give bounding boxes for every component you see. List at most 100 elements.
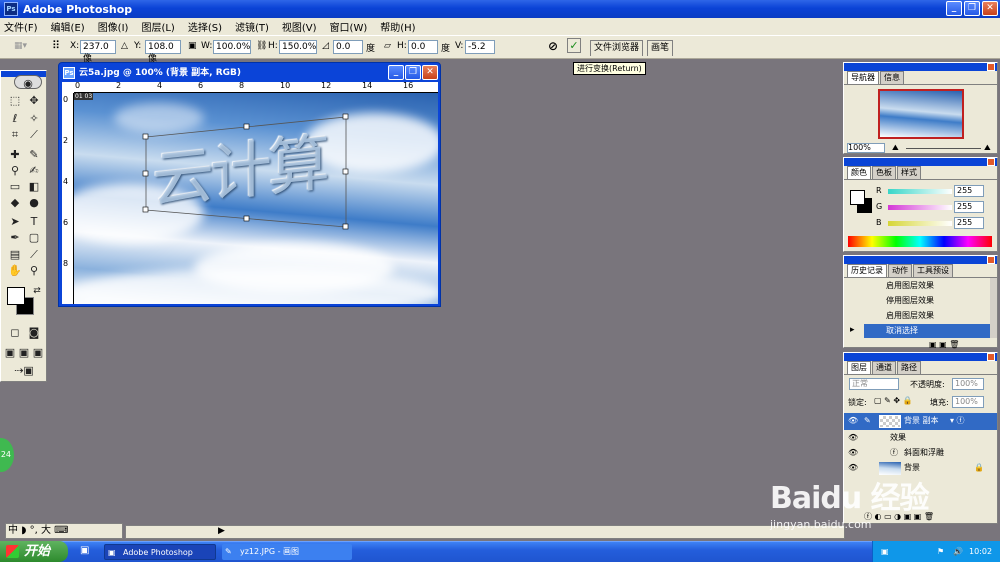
gradient-tool-icon[interactable]: ◧ <box>25 179 43 195</box>
screen-mode-full-menu-icon[interactable]: ▣ <box>17 345 31 361</box>
fill-field[interactable]: 100% <box>952 396 984 408</box>
healing-brush-icon[interactable]: ✚ <box>6 147 24 163</box>
layer-row-selected[interactable]: 👁 ✎ 背景 副本 ▾ ⓕ <box>844 413 997 430</box>
type-tool-icon[interactable]: T <box>25 214 43 230</box>
menu-image[interactable]: 图像(I) <box>98 19 129 34</box>
eyedropper-tool-icon[interactable]: ⟋ <box>25 247 43 263</box>
screen-mode-standard-icon[interactable]: ▣ <box>3 345 17 361</box>
network-icon[interactable]: ⚑ <box>937 541 944 562</box>
tab-layers[interactable]: 图层 <box>847 361 871 374</box>
clone-stamp-icon[interactable]: ⚲ <box>6 163 24 179</box>
navigator-zoom-field[interactable]: 100% <box>847 143 885 153</box>
marquee-tool-icon[interactable]: ⬚ <box>6 93 24 109</box>
tab-actions[interactable]: 动作 <box>888 264 912 277</box>
tab-brushes[interactable]: 画笔 <box>647 40 674 56</box>
history-item[interactable]: 停用图层效果 <box>864 294 994 308</box>
doc-minimize-button[interactable]: _ <box>388 65 404 80</box>
history-close-icon[interactable] <box>987 256 995 264</box>
zoom-out-icon[interactable]: ⛰ <box>892 143 899 153</box>
navigator-close-icon[interactable] <box>987 63 995 71</box>
b-slider[interactable] <box>888 221 952 226</box>
new-document-icon[interactable]: ▣ ▣ 🗑 <box>929 340 959 349</box>
swap-colors-icon[interactable]: ⇄ <box>28 283 46 299</box>
history-item[interactable]: 启用图层效果 <box>864 279 994 293</box>
g-value[interactable]: 255 <box>954 201 984 213</box>
x-field[interactable]: 237.0 像 <box>80 40 116 64</box>
g-slider[interactable] <box>888 205 952 210</box>
slice-tool-icon[interactable]: ⟋ <box>25 127 43 143</box>
notes-tool-icon[interactable]: ▤ <box>6 247 24 263</box>
eraser-tool-icon[interactable]: ▭ <box>6 179 24 195</box>
doc-close-button[interactable]: ✕ <box>422 65 438 80</box>
blend-mode-select[interactable]: 正常 <box>849 378 899 390</box>
zoom-in-icon[interactable]: ⛰ <box>984 143 991 153</box>
volume-icon[interactable]: 🔊 <box>953 541 963 562</box>
close-button[interactable]: ✕ <box>982 1 998 16</box>
fg-color-chip[interactable] <box>850 190 865 205</box>
opacity-field[interactable]: 100% <box>952 378 984 390</box>
quick-mask-icon[interactable]: ◙ <box>25 325 43 341</box>
brush-link-icon[interactable]: ✎ <box>864 413 871 428</box>
dodge-tool-icon[interactable]: ● <box>25 195 43 211</box>
menu-help[interactable]: 帮助(H) <box>380 19 415 34</box>
layers-close-icon[interactable] <box>987 353 995 361</box>
history-item-selected[interactable]: 取消选择 <box>864 324 994 338</box>
tab-swatches[interactable]: 色板 <box>872 166 896 179</box>
task-photoshop[interactable]: ▣ Adobe Photoshop <box>104 544 216 560</box>
show-desktop-icon[interactable]: ▣ <box>80 545 89 556</box>
tab-file-browser[interactable]: 文件浏览器 <box>590 40 644 56</box>
magic-wand-tool-icon[interactable]: ✧ <box>25 111 43 127</box>
vskew-field[interactable]: -5.2 <box>465 40 495 54</box>
layer-effect-row[interactable]: 👁 ⓕ 斜面和浮雕 <box>844 445 997 460</box>
doc-maximize-button[interactable]: ❐ <box>405 65 421 80</box>
menu-edit[interactable]: 编辑(E) <box>51 19 85 34</box>
tab-paths[interactable]: 路径 <box>897 361 921 374</box>
eye-icon[interactable]: 👁 <box>848 430 858 445</box>
blur-tool-icon[interactable]: ◆ <box>6 195 24 211</box>
status-arrow-icon[interactable]: ▶ <box>218 526 225 536</box>
task-paint[interactable]: ✎ yz12.JPG - 画图 <box>222 544 352 560</box>
side-badge[interactable]: 24 <box>0 438 14 472</box>
r-slider[interactable] <box>888 189 952 194</box>
color-close-icon[interactable] <box>987 158 995 166</box>
foreground-color-swatch[interactable] <box>7 287 25 305</box>
image-canvas[interactable]: 01 03 云计算 <box>74 93 438 304</box>
tab-channels[interactable]: 通道 <box>872 361 896 374</box>
menu-filter[interactable]: 滤镜(T) <box>235 19 269 34</box>
color-spectrum-bar[interactable] <box>848 236 992 247</box>
width-field[interactable]: 100.0% <box>213 40 251 54</box>
angle-field[interactable]: 0.0 <box>333 40 363 54</box>
link-icon[interactable]: ⛓ <box>256 41 267 51</box>
tab-color[interactable]: 颜色 <box>847 166 871 179</box>
crop-tool-icon[interactable]: ⌗ <box>6 127 24 143</box>
y-field[interactable]: 108.0 像 <box>145 40 181 64</box>
maximize-button[interactable]: ❐ <box>964 1 980 16</box>
zoom-slider[interactable] <box>906 148 981 149</box>
tab-tool-presets[interactable]: 工具预设 <box>913 264 953 277</box>
move-tool-icon[interactable]: ✥ <box>25 93 43 109</box>
tool-preset-icon[interactable]: ▦▾ <box>14 41 27 51</box>
b-value[interactable]: 255 <box>954 217 984 229</box>
menu-view[interactable]: 视图(V) <box>282 19 317 34</box>
tab-navigator[interactable]: 导航器 <box>847 71 879 84</box>
height-field[interactable]: 150.0% <box>279 40 317 54</box>
menu-window[interactable]: 窗口(W) <box>330 19 368 34</box>
menu-select[interactable]: 选择(S) <box>188 19 222 34</box>
tab-history[interactable]: 历史记录 <box>847 264 887 277</box>
adobe-online-icon[interactable]: ◉ <box>14 75 42 90</box>
tray-app-icon[interactable]: ▣ <box>881 541 889 562</box>
pen-tool-icon[interactable]: ✒ <box>6 230 24 246</box>
eye-icon[interactable]: 👁 <box>848 413 858 428</box>
start-button[interactable]: 开始 <box>0 541 68 562</box>
history-item[interactable]: 启用图层效果 <box>864 309 994 323</box>
jump-to-imageready-icon[interactable]: ⇢▣ <box>6 363 42 379</box>
reference-point-icon[interactable]: ⠿ <box>52 39 60 52</box>
layer-effects-icon[interactable]: ▾ ⓕ <box>950 413 965 428</box>
lasso-tool-icon[interactable]: ℓ <box>6 111 24 127</box>
eye-icon[interactable]: 👁 <box>848 445 858 460</box>
document-title-bar[interactable]: Ps 云5a.jpg @ 100% (背景 副本, RGB) _ ❐ ✕ <box>59 63 440 83</box>
standard-mode-icon[interactable]: ◻ <box>6 325 24 341</box>
cancel-transform-button[interactable]: ⊘ <box>548 39 558 53</box>
brush-tool-icon[interactable]: ✎ <box>25 147 43 163</box>
history-scrollbar[interactable] <box>990 278 997 338</box>
